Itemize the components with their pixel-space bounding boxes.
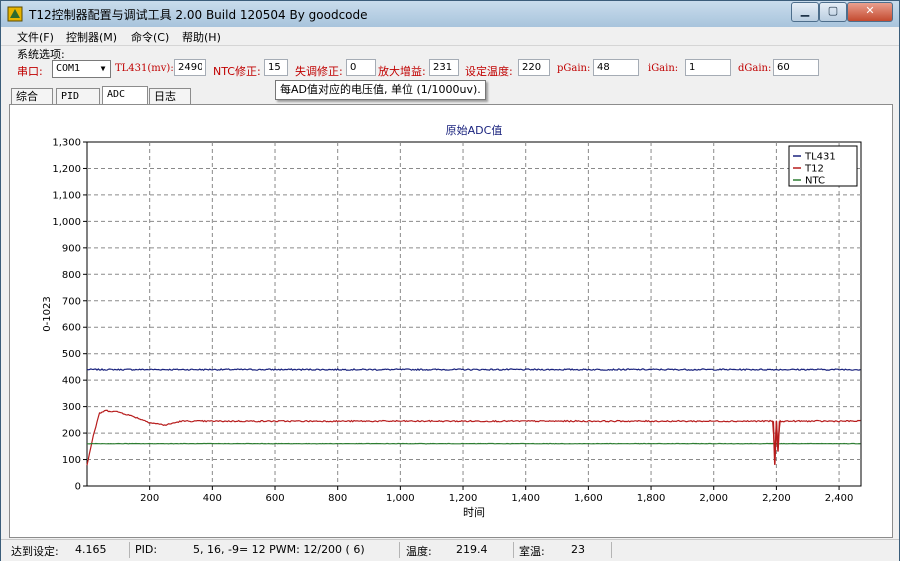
status-bar: 达到设定: 4.165 PID: 5, 16, -9= 12 PWM: 12/2… (1, 539, 899, 561)
minimize-button[interactable]: ▁ (791, 2, 819, 22)
set-temp-label: 设定温度: (465, 65, 513, 78)
amp-gain-label: 放大增益: (378, 65, 426, 78)
maximize-icon: ▢ (827, 4, 839, 17)
legend-entry: NTC (805, 176, 825, 187)
x-tick-label: 600 (265, 493, 284, 504)
chevron-down-icon[interactable]: ▼ (97, 62, 109, 76)
menu-file[interactable]: 文件(F) (17, 29, 54, 45)
menu-controller[interactable]: 控制器(M) (66, 29, 117, 45)
close-icon: ✕ (865, 4, 875, 17)
status-divider (399, 542, 400, 558)
chart-title: 原始ADC值 (446, 123, 503, 137)
menu-help[interactable]: 帮助(H) (182, 29, 221, 45)
ntc-correction-label: NTC修正: (213, 65, 261, 78)
maximize-button[interactable]: ▢ (819, 2, 847, 22)
tab-pid[interactable]: PID (56, 88, 100, 104)
app-icon (7, 6, 23, 22)
y-tick-label: 1,000 (52, 217, 81, 228)
y-tick-label: 900 (62, 243, 81, 254)
tab-overview[interactable]: 综合 (11, 88, 53, 104)
status-pid-label: PID: (135, 543, 158, 556)
menu-bar: 文件(F) 控制器(M) 命令(C) 帮助(H) (1, 27, 899, 46)
adc-chart: 0 100 200 300 400 500 600 700 800 900 1,000 1,100 1,… (42, 123, 862, 519)
y-tick-label: 1,300 (52, 138, 81, 149)
amp-gain-input[interactable] (429, 59, 459, 76)
x-axis-label: 时间 (463, 506, 485, 519)
status-temp-value: 219.4 (456, 543, 488, 556)
status-divider (611, 542, 612, 558)
y-tick-label: 1,100 (52, 190, 81, 201)
set-temp-input[interactable] (518, 59, 550, 76)
y-tick-label: 600 (62, 323, 81, 334)
y-tick-label: 700 (62, 296, 81, 307)
status-divider (129, 542, 130, 558)
status-divider (513, 542, 514, 558)
window-title: T12控制器配置与调试工具 2.00 Build 120504 By goodc… (29, 8, 368, 22)
close-button[interactable]: ✕ (847, 2, 893, 22)
x-tick-label: 200 (140, 493, 159, 504)
status-temp-label: 温度: (406, 545, 432, 558)
tab-log[interactable]: 日志 (149, 88, 191, 104)
tooltip: 每AD值对应的电压值, 单位 (1/1000uv). (275, 80, 486, 100)
pgain-label: pGain: (557, 63, 591, 74)
status-room-label: 室温: (519, 545, 545, 558)
status-reach-label: 达到设定: (11, 545, 59, 558)
igain-label: iGain: (648, 63, 679, 74)
x-tick-label: 1,800 (637, 493, 666, 504)
x-tick-label: 2,000 (699, 493, 728, 504)
y-tick-label: 100 (62, 455, 81, 466)
y-tick-label: 1,200 (52, 164, 81, 175)
main-window: T12控制器配置与调试工具 2.00 Build 120504 By goodc… (0, 0, 900, 561)
y-tick-label: 200 (62, 429, 81, 440)
title-bar[interactable]: T12控制器配置与调试工具 2.00 Build 120504 By goodc… (1, 1, 899, 27)
x-tick-label: 1,400 (511, 493, 540, 504)
port-select-value: COM1 (56, 63, 81, 74)
legend-entry: T12 (804, 164, 824, 175)
tab-adc[interactable]: ADC (102, 86, 148, 105)
tl431-label: TL431(mv): (115, 63, 174, 74)
y-tick-label: 300 (62, 402, 81, 413)
dgain-input[interactable] (773, 59, 819, 76)
port-select[interactable]: COM1 ▼ (52, 60, 111, 78)
tl431-input[interactable] (174, 59, 206, 76)
port-label: 串口: (17, 65, 43, 78)
y-tick-label: 400 (62, 376, 81, 387)
plot-area (86, 141, 862, 487)
x-tick-label: 2,400 (825, 493, 854, 504)
x-tick-label: 1,000 (386, 493, 415, 504)
x-tick-label: 1,200 (449, 493, 478, 504)
pgain-input[interactable] (593, 59, 639, 76)
offset-correction-input[interactable] (346, 59, 376, 76)
y-tick-label: 800 (62, 270, 81, 281)
x-tick-label: 400 (203, 493, 222, 504)
legend-entry: TL431 (804, 152, 836, 163)
offset-correction-label: 失调修正: (295, 65, 343, 78)
x-tick-label: 800 (328, 493, 347, 504)
menu-command[interactable]: 命令(C) (131, 29, 169, 45)
ntc-correction-input[interactable] (264, 59, 288, 76)
minimize-icon: ▁ (800, 4, 810, 17)
x-tick-label: 1,600 (574, 493, 603, 504)
y-tick-label: 0 (75, 482, 81, 493)
status-room-value: 23 (571, 543, 585, 556)
y-tick-label: 500 (62, 349, 81, 360)
status-reach-value: 4.165 (75, 543, 107, 556)
igain-input[interactable] (685, 59, 731, 76)
status-pid-value: 5, 16, -9= 12 PWM: 12/200 ( 6) (193, 543, 365, 556)
dgain-label: dGain: (738, 63, 772, 74)
y-axis-label: 0-1023 (42, 296, 53, 331)
x-tick-label: 2,200 (762, 493, 791, 504)
